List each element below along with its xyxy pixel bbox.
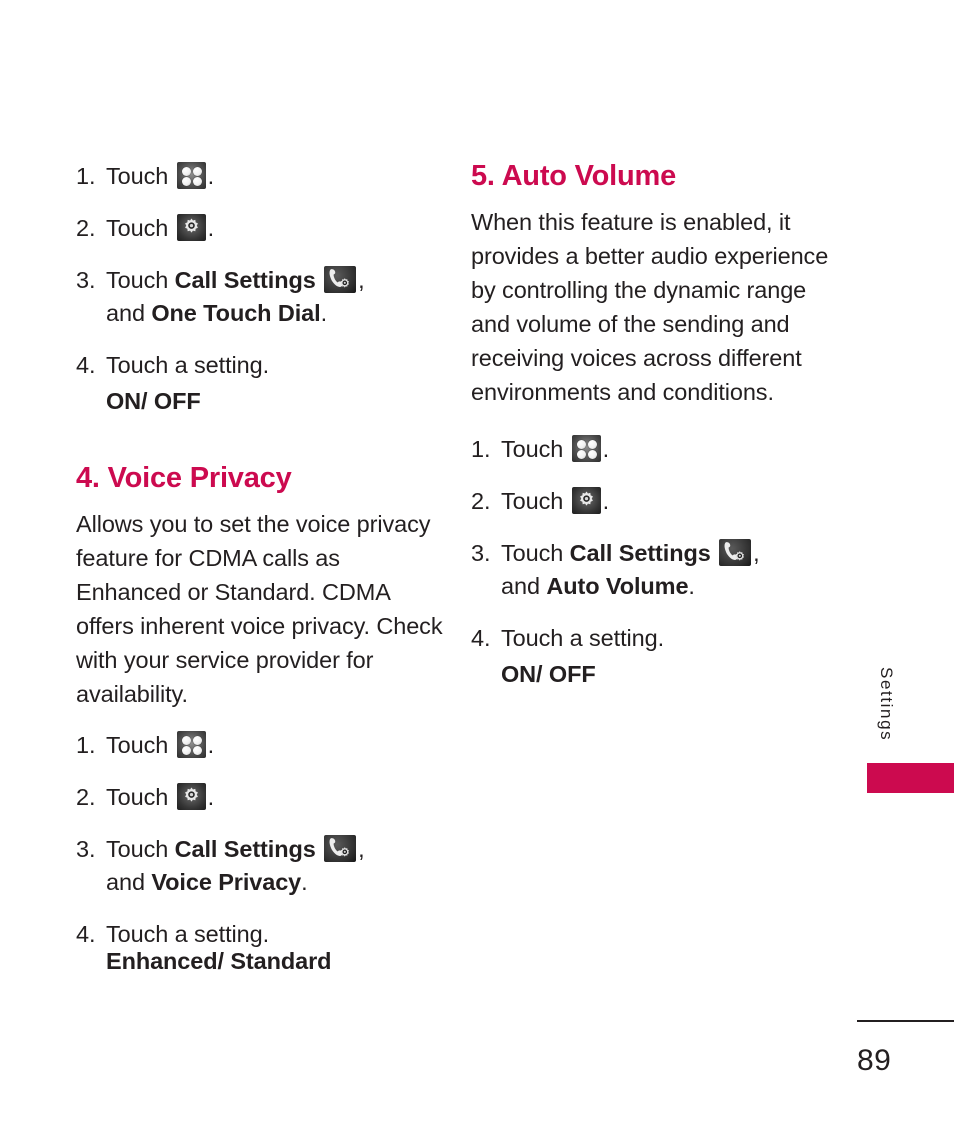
step-item: 3. Touch Call Settings , and Voice Priva… [76, 833, 446, 899]
gear-icon[interactable] [571, 487, 601, 515]
step-item: 4. Touch a setting. [471, 622, 843, 655]
steps-list-voice-privacy: 1. Touch . 2. Touch . 3. Touch Call Sett… [76, 729, 446, 951]
step-punctuation: . [602, 436, 610, 463]
manual-page: 1. Touch . 2. Touch . 3. Touch Call Sett… [0, 0, 954, 1145]
apps-grid-icon[interactable] [176, 162, 206, 189]
apps-grid-icon[interactable] [176, 731, 206, 759]
step-line2-prefix: and [106, 300, 152, 326]
step-text: Touch [106, 836, 169, 863]
step-punctuation: . [602, 488, 610, 515]
step-line2-prefix: and [106, 869, 152, 896]
call-settings-icon[interactable] [719, 539, 752, 567]
step-number: 1. [76, 163, 96, 189]
menu-name-voice-privacy: Voice Privacy [151, 869, 302, 896]
step-number: 4. [76, 921, 96, 948]
step-text: Touch [106, 163, 169, 189]
step-item: 2. Touch . [471, 485, 843, 518]
step-text: Touch a setting. [501, 625, 665, 652]
apps-grid-icon[interactable] [571, 435, 601, 463]
menu-name-call-settings: Call Settings [174, 267, 316, 293]
step-number: 2. [471, 488, 491, 515]
section-body-auto-volume: When this feature is enabled, it provide… [471, 209, 829, 406]
section-heading-auto-volume: 5. Auto Volume [471, 160, 677, 192]
step-number: 2. [76, 784, 96, 811]
step-number: 3. [471, 540, 491, 567]
menu-name-call-settings: Call Settings [569, 540, 711, 567]
step-text: Touch [106, 215, 169, 241]
footer-divider [857, 1020, 954, 1022]
step-text: Touch a setting. [106, 921, 270, 948]
menu-name-auto-volume: Auto Volume [546, 573, 689, 600]
step-item: 4. Touch a setting. [76, 349, 446, 382]
step-line2-prefix: and [501, 573, 547, 600]
call-settings-icon[interactable] [324, 835, 357, 863]
step-number: 1. [76, 732, 96, 759]
page-number: 89 [857, 1044, 892, 1077]
step-number: 3. [76, 836, 96, 863]
step-punctuation: . [207, 215, 215, 241]
left-column: 1. Touch . 2. Touch . 3. Touch Call Sett… [76, 160, 446, 978]
step-item: 1. Touch . [76, 160, 446, 193]
steps-list-one-touch-dial: 1. Touch . 2. Touch . 3. Touch Call Sett… [76, 160, 446, 382]
step-text: Touch [501, 488, 564, 515]
side-tab-marker [867, 763, 954, 793]
step-line2-suffix: . [320, 300, 328, 326]
side-tab-label-settings: Settings [877, 666, 896, 742]
step-number: 4. [76, 352, 96, 378]
step-punctuation: . [207, 732, 215, 759]
step-text: Touch [106, 267, 169, 293]
step-item: 1. Touch . [471, 433, 843, 466]
step-punctuation: , [358, 267, 365, 293]
step-line2-suffix: . [301, 869, 308, 896]
step-line2-suffix: . [688, 573, 695, 600]
step-number: 3. [76, 267, 96, 293]
step-item: 4. Touch a setting. [76, 918, 446, 951]
step-text: Touch [106, 784, 169, 811]
gear-icon[interactable] [176, 214, 206, 241]
step-item: 3. Touch Call Settings , and One Touch D… [76, 264, 446, 330]
menu-name-call-settings: Call Settings [174, 836, 316, 863]
step-number: 4. [471, 625, 491, 652]
gear-icon[interactable] [176, 783, 206, 811]
section-heading-voice-privacy: 4. Voice Privacy [76, 462, 292, 494]
step-punctuation: , [358, 836, 365, 863]
step-text: Touch [501, 436, 564, 463]
call-settings-icon[interactable] [324, 266, 357, 293]
right-column: 5. Auto Volume When this feature is enab… [471, 160, 843, 691]
option-values-on-off: ON/ OFF [106, 388, 201, 414]
menu-name-one-touch-dial: One Touch Dial [151, 300, 321, 326]
step-punctuation: . [207, 163, 215, 189]
step-text: Touch [501, 540, 564, 567]
step-number: 2. [76, 215, 96, 241]
step-item: 2. Touch . [76, 212, 446, 245]
step-punctuation: , [753, 540, 760, 567]
steps-list-auto-volume: 1. Touch . 2. Touch . 3. Touch Call Sett… [471, 433, 843, 655]
step-punctuation: . [207, 784, 215, 811]
option-values-on-off: ON/ OFF [501, 661, 596, 688]
section-body-voice-privacy: Allows you to set the voice privacy feat… [76, 511, 443, 708]
step-text: Touch [106, 732, 169, 759]
step-item: 3. Touch Call Settings , and Auto Volume… [471, 537, 843, 603]
step-number: 1. [471, 436, 491, 463]
step-item: 2. Touch . [76, 781, 446, 814]
step-item: 1. Touch . [76, 729, 446, 762]
step-text: Touch a setting. [106, 352, 270, 378]
